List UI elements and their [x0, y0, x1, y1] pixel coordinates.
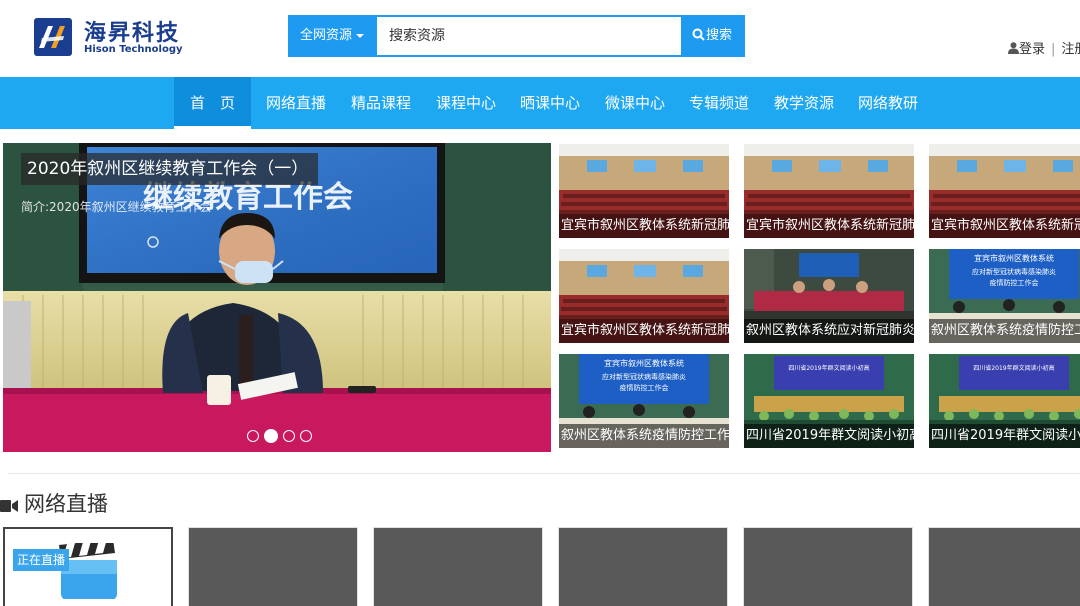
thumbnail-screen-sub: 疫情防控工作会 — [990, 278, 1039, 287]
nav-item-course-center[interactable]: 课程中心 — [428, 77, 504, 129]
nav-item-online-research[interactable]: 网络教研 — [850, 77, 926, 129]
search-button-label: 搜索 — [705, 28, 732, 43]
video-thumbnail[interactable]: 叙州区教体系统应对新冠肺炎疫情 — [744, 249, 914, 343]
video-thumbnail[interactable]: 宜宾市叙州区教体系统 应对新型冠状病毒感染肺炎 疫情防控工作会 叙州区教体系统疫… — [559, 354, 729, 448]
page: 海昇科技 Hison Technology 全网资源 搜索 登录 | 注册 首 页 … — [0, 0, 1080, 606]
thumbnail-label: 四川省2019年群文阅读小初高 — [929, 424, 1080, 448]
live-card[interactable] — [188, 527, 358, 606]
thumbnail-label: 叙州区教体系统应对新冠肺炎疫情 — [744, 319, 914, 343]
search-button[interactable]: 搜索 — [681, 17, 743, 55]
live-section-label: 网络直播 — [24, 492, 108, 516]
banner-image: 继续教育工作会 — [3, 143, 551, 452]
carousel-dot[interactable] — [247, 429, 259, 442]
search-bar: 全网资源 搜索 — [288, 15, 745, 57]
nav-item-featured-courses[interactable]: 精品课程 — [343, 77, 419, 129]
thumbnail-screen-sub: 应对新型冠状病毒感染肺炎 — [972, 267, 1056, 276]
nav-item-album-channel[interactable]: 专辑频道 — [681, 77, 757, 129]
site-logo[interactable]: 海昇科技 Hison Technology — [34, 14, 184, 60]
video-thumbnail[interactable]: 宜宾市叙州区教体系统新冠肺炎 — [559, 144, 729, 238]
logo-english-name: Hison Technology — [84, 44, 183, 55]
chevron-down-icon — [356, 33, 365, 38]
video-thumbnail[interactable]: 宜宾市叙州区教体系统新冠肺炎 — [929, 144, 1080, 238]
video-camera-icon — [0, 500, 18, 512]
thumbnail-label: 叙州区教体系统疫情防控工作会 — [929, 319, 1080, 343]
nav-item-home[interactable]: 首 页 — [174, 77, 251, 129]
banner-brief: 简介:2020年叙州区继续教育工作会 — [21, 200, 212, 214]
logo-mark-icon — [34, 18, 72, 56]
live-card[interactable] — [928, 527, 1080, 606]
nav-item-teaching-resources[interactable]: 教学资源 — [766, 77, 842, 129]
section-divider — [8, 473, 1080, 474]
search-input[interactable] — [377, 17, 681, 55]
video-thumbnail[interactable]: 宜宾市叙州区教体系统新冠肺炎 — [744, 144, 914, 238]
thumbnail-label: 叙州区教体系统疫情防控工作会 — [559, 424, 729, 448]
thumbnail-screen-sub: 应对新型冠状病毒感染肺炎 — [602, 372, 686, 381]
thumbnail-label: 宜宾市叙州区教体系统新冠肺炎 — [744, 214, 914, 238]
thumbnail-screen-title: 四川省2019年群文阅读小初高 — [788, 364, 869, 372]
thumbnail-label: 宜宾市叙州区教体系统新冠肺炎 — [559, 214, 729, 238]
banner-caption: 2020年叙州区继续教育工作会（一） — [21, 153, 319, 185]
thumbnail-screen-title: 宜宾市叙州区教体系统 — [604, 358, 684, 368]
nav-item-live[interactable]: 网络直播 — [258, 77, 334, 129]
video-thumbnail[interactable]: 四川省2019年群文阅读小初高 四川省2019年群文阅读小初高 — [929, 354, 1080, 448]
video-thumbnail[interactable]: 四川省2019年群文阅读小初高 四川省2019年群文阅读小初高 — [744, 354, 914, 448]
live-section-title: 网络直播 — [0, 488, 108, 518]
search-scope-label: 全网资源 — [300, 28, 353, 43]
auth-separator: | — [1051, 42, 1056, 57]
live-card[interactable] — [743, 527, 913, 606]
logo-chinese-name: 海昇科技 — [84, 21, 181, 46]
search-icon — [692, 28, 705, 41]
video-thumbnail[interactable]: 宜宾市叙州区教体系统 应对新型冠状病毒感染肺炎 疫情防控工作会 叙州区教体系统疫… — [929, 249, 1080, 343]
search-scope-dropdown[interactable]: 全网资源 — [290, 17, 377, 55]
video-thumbnail[interactable]: 宜宾市叙州区教体系统新冠肺炎 — [559, 249, 729, 343]
thumbnail-screen-title: 宜宾市叙州区教体系统 — [974, 253, 1054, 263]
main-nav: 首 页 网络直播 精品课程 课程中心 晒课中心 微课中心 专辑频道 教学资源 网… — [0, 77, 1080, 129]
live-card[interactable]: 正在直播 — [3, 527, 173, 606]
thumbnail-screen-title: 四川省2019年群文阅读小初高 — [973, 364, 1054, 372]
carousel-dot[interactable] — [283, 429, 295, 442]
register-link[interactable]: 注册 — [1061, 42, 1080, 57]
banner-carousel[interactable]: 继续教育工作会 2020年叙州区继续教育工作会（一） 简介:2020年叙州区继续… — [3, 143, 551, 452]
auth-links: 登录 | 注册 — [1008, 38, 1080, 57]
live-card[interactable] — [373, 527, 543, 606]
thumbnail-label: 宜宾市叙州区教体系统新冠肺炎 — [559, 319, 729, 343]
carousel-dot-active[interactable] — [264, 428, 278, 443]
user-icon — [1008, 42, 1019, 54]
live-badge: 正在直播 — [13, 549, 70, 571]
thumbnail-label: 四川省2019年群文阅读小初高 — [744, 424, 914, 448]
thumbnail-screen-sub: 疫情防控工作会 — [620, 383, 669, 392]
nav-item-lesson-showcase[interactable]: 晒课中心 — [512, 77, 588, 129]
nav-item-micro-courses[interactable]: 微课中心 — [597, 77, 673, 129]
carousel-dots — [247, 425, 317, 443]
carousel-dot[interactable] — [300, 429, 312, 442]
thumbnail-label: 宜宾市叙州区教体系统新冠肺炎 — [929, 214, 1080, 238]
live-card[interactable] — [558, 527, 728, 606]
login-link[interactable]: 登录 — [1019, 42, 1045, 57]
